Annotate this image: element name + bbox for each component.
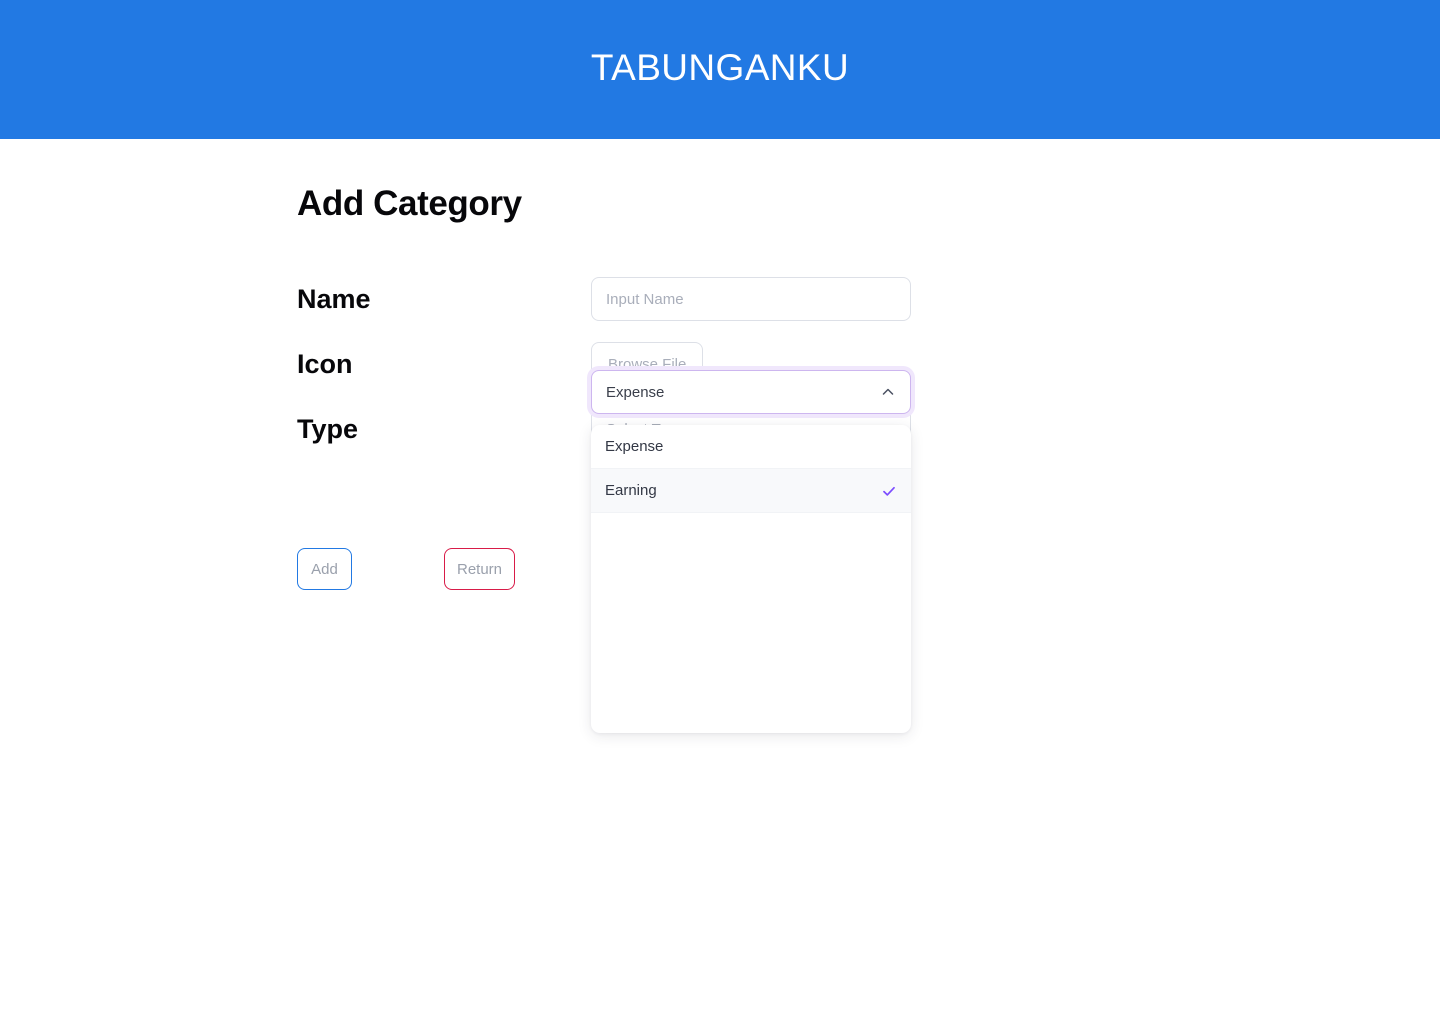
type-select-expanded-value: Expense	[606, 383, 665, 401]
app-title: TABUNGANKU	[590, 47, 850, 88]
check-icon	[881, 483, 897, 499]
chevron-up-icon	[880, 384, 896, 400]
dropdown-option-expense[interactable]: Expense	[591, 425, 911, 469]
label-icon: Icon	[297, 349, 353, 379]
app-header: TABUNGANKU	[0, 0, 1440, 139]
type-select-expanded-group: Expense Expense Earning	[591, 370, 911, 733]
field-control-name	[591, 277, 911, 321]
label-type: Type	[297, 414, 359, 444]
label-name: Name	[297, 284, 371, 314]
dropdown-option-label: Expense	[605, 438, 664, 455]
dropdown-option-earning[interactable]: Earning	[591, 469, 911, 513]
form-actions: Add Return	[297, 548, 516, 590]
form-row-name: Name	[297, 277, 1440, 342]
name-input[interactable]	[591, 277, 911, 321]
type-dropdown-panel: Expense Earning	[591, 425, 911, 733]
page-content: Add Category Name Icon Browse File Type …	[0, 139, 1440, 733]
page-title: Add Category	[297, 184, 522, 223]
dropdown-option-label: Earning	[605, 482, 657, 499]
return-button[interactable]: Return	[444, 548, 516, 590]
add-button[interactable]: Add	[297, 548, 352, 590]
type-select-expanded[interactable]: Expense	[591, 370, 911, 414]
add-category-form: Name Icon Browse File Type Select Type	[297, 277, 1440, 733]
